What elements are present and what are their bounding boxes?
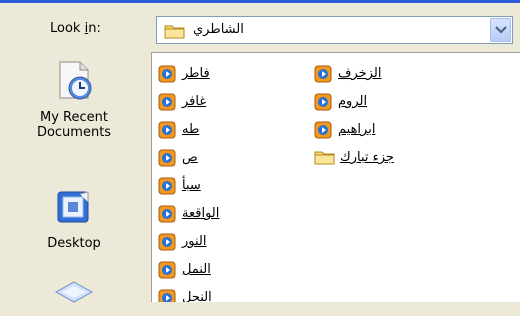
file-name: الزخرف — [338, 66, 382, 81]
places-bar: My Recent Documents Desktop — [0, 52, 148, 303]
file-name: سبأ — [182, 178, 201, 193]
my-documents-icon — [0, 278, 148, 312]
file-name: الروم — [338, 94, 368, 109]
current-folder-text: الشاطري — [193, 22, 244, 37]
list-item[interactable]: فاطر — [158, 65, 278, 85]
list-item[interactable]: الروم — [314, 93, 454, 113]
folder-icon — [164, 23, 186, 43]
folder-icon — [314, 149, 336, 169]
list-item[interactable]: الزخرف — [314, 65, 454, 85]
file-name: طه — [182, 122, 200, 137]
file-name: النحل — [182, 290, 212, 302]
file-name: النمل — [182, 262, 211, 277]
file-name: فاطر — [182, 66, 210, 81]
file-name: الواقعة — [182, 206, 220, 221]
list-item[interactable]: جزء تبارك — [314, 149, 454, 169]
list-item[interactable]: ابراهيم — [314, 121, 454, 141]
list-item[interactable]: الواقعة — [158, 205, 278, 225]
list-item[interactable]: النمل — [158, 261, 278, 281]
file-list[interactable]: فاطر غافر طه ص سبأ الواقعة النور النمل ا… — [151, 52, 520, 302]
media-file-icon — [314, 65, 333, 87]
file-name: ص — [182, 150, 198, 165]
file-name: ابراهيم — [338, 122, 376, 137]
place-my-documents[interactable] — [0, 278, 148, 316]
media-file-icon — [158, 205, 177, 227]
media-file-icon — [158, 289, 177, 302]
media-file-icon — [158, 149, 177, 171]
list-item[interactable]: غافر — [158, 93, 278, 113]
list-item[interactable]: النحل — [158, 289, 278, 302]
media-file-icon — [158, 177, 177, 199]
media-file-icon — [158, 65, 177, 87]
title-bar-edge — [0, 0, 520, 3]
recent-documents-icon — [0, 58, 148, 106]
place-desktop[interactable]: Desktop — [0, 188, 148, 251]
media-file-icon — [314, 121, 333, 143]
list-item[interactable]: النور — [158, 233, 278, 253]
media-file-icon — [314, 93, 333, 115]
file-name: النور — [182, 234, 207, 249]
list-item[interactable]: ص — [158, 149, 278, 169]
media-file-icon — [158, 261, 177, 283]
look-in-combo[interactable]: الشاطري — [156, 16, 513, 44]
media-file-icon — [158, 121, 177, 143]
list-item[interactable]: طه — [158, 121, 278, 141]
file-name: جزء تبارك — [340, 150, 394, 165]
chevron-down-icon — [495, 26, 507, 34]
dropdown-button[interactable] — [490, 18, 511, 42]
file-name: غافر — [182, 94, 207, 109]
desktop-icon — [0, 188, 148, 232]
media-file-icon — [158, 233, 177, 255]
place-my-recent-documents[interactable]: My Recent Documents — [0, 58, 148, 140]
media-file-icon — [158, 93, 177, 115]
list-item[interactable]: سبأ — [158, 177, 278, 197]
look-in-label: Look in: — [50, 21, 101, 36]
